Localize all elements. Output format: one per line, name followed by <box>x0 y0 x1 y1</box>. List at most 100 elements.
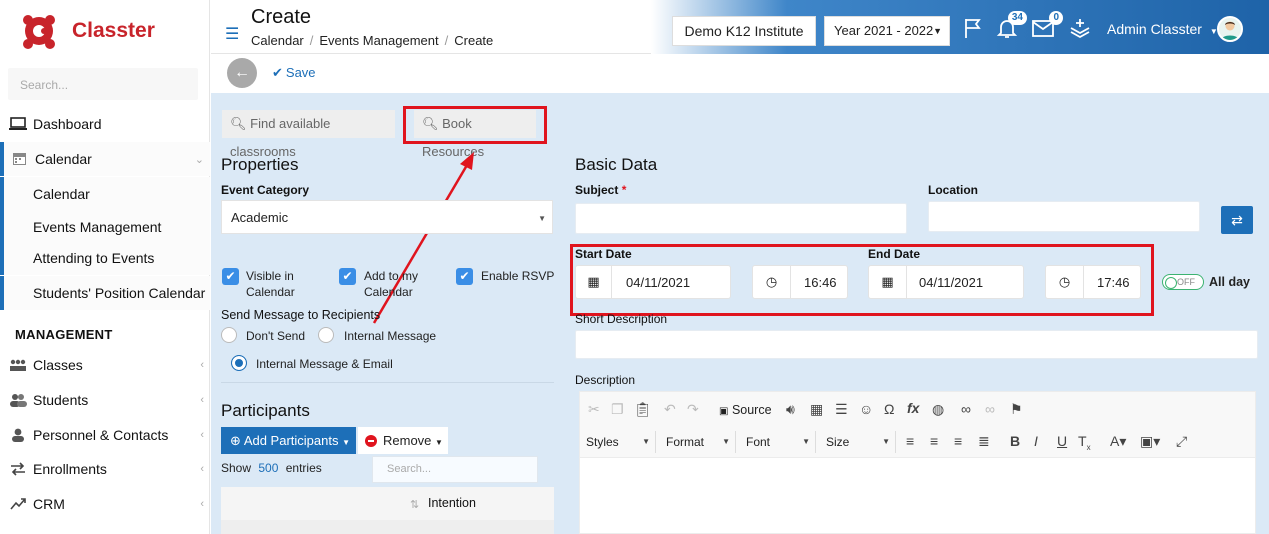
redo-icon[interactable]: ↷ <box>687 401 699 418</box>
sidebar-subitem-events-management[interactable]: Events Management <box>0 210 210 244</box>
event-category-select[interactable]: Academic ▼ <box>221 200 553 234</box>
background-color-icon[interactable]: ▣▾ <box>1140 433 1160 450</box>
sidebar-search-input[interactable]: Search... <box>8 68 198 100</box>
sidebar-item-enrollments[interactable]: Enrollments ‹ <box>0 452 210 486</box>
avatar[interactable] <box>1217 16 1243 42</box>
globe-icon[interactable]: ◍ <box>932 401 944 418</box>
sidebar-item-calendar[interactable]: Calendar ⌄ <box>0 142 210 176</box>
font-dropdown[interactable]: Font ▼ <box>740 431 816 453</box>
text-color-icon[interactable]: A▾ <box>1110 433 1126 450</box>
caret-down-icon: ▼ <box>933 26 942 36</box>
underline-icon[interactable]: U <box>1057 433 1067 449</box>
messages-button[interactable]: 0 <box>1031 11 1063 40</box>
sidebar-subitem-attending-to-events[interactable]: Attending to Events <box>0 241 210 275</box>
source-label: Source <box>731 403 772 417</box>
add-participants-button[interactable]: ⊕ Add Participants ▼ <box>221 427 356 454</box>
sidebar-item-label: Students <box>33 392 89 408</box>
clear-format-icon[interactable]: Tx <box>1078 433 1091 452</box>
paste-icon[interactable]: 📋︎ <box>634 401 652 418</box>
source-button[interactable]: ▣ Source <box>719 403 772 417</box>
italic-icon[interactable]: I <box>1034 433 1038 449</box>
visible-in-calendar-checkbox[interactable]: ✔ <box>222 268 239 285</box>
sidebar-subitem-calendar[interactable]: Calendar <box>0 177 210 211</box>
location-input[interactable] <box>928 201 1200 232</box>
link-icon[interactable]: ∞ <box>961 401 971 417</box>
sidebar-item-students[interactable]: Students ‹ <box>0 383 210 417</box>
event-category-value: Academic <box>231 210 289 225</box>
undo-icon[interactable]: ↶ <box>664 401 676 418</box>
sidebar-item-classes[interactable]: Classes ‹ <box>0 348 210 382</box>
sidebar: Classter Search... Dashboard Calendar ⌄ … <box>0 0 210 534</box>
save-button[interactable]: ✔ Save <box>272 65 316 81</box>
column-intention[interactable]: Intention <box>428 496 476 510</box>
classes-icon <box>10 359 26 371</box>
institute-selector[interactable]: Demo K12 Institute <box>672 16 816 46</box>
app-logo[interactable]: Classter <box>20 10 155 52</box>
align-justify-icon[interactable]: ≣ <box>978 433 990 450</box>
align-center-icon[interactable]: ≡ <box>930 433 938 449</box>
arrow-left-icon: ← <box>234 64 250 81</box>
sidebar-item-personnel-contacts[interactable]: Personnel & Contacts ‹ <box>0 418 210 452</box>
breadcrumb-item[interactable]: Calendar <box>251 33 304 48</box>
table-icon[interactable]: ▦ <box>810 401 823 418</box>
unlink-icon[interactable]: ∞ <box>985 401 995 417</box>
highlight-box-book-resources <box>403 106 547 144</box>
sidebar-subitem-students-position-calendar[interactable]: Students' Position Calendar <box>0 276 210 310</box>
sidebar-item-label: Enrollments <box>33 461 107 477</box>
notifications-button[interactable]: 34 <box>995 11 1027 40</box>
sidebar-item-dashboard[interactable]: Dashboard <box>0 107 210 141</box>
radio-internal-message[interactable] <box>318 327 334 343</box>
add-to-my-calendar-checkbox[interactable]: ✔ <box>339 268 356 285</box>
menu-icon[interactable]: ☰ <box>225 24 239 44</box>
sidebar-item-crm[interactable]: CRM ‹ <box>0 487 210 521</box>
flag-icon[interactable] <box>961 16 985 40</box>
short-description-input[interactable] <box>575 330 1258 359</box>
person-icon <box>12 428 24 442</box>
align-right-icon[interactable]: ≡ <box>954 433 962 449</box>
swap-button[interactable]: ⇄ <box>1221 206 1253 234</box>
toggle-state: OFF <box>1177 277 1195 287</box>
find-classrooms-button[interactable]: 🔍︎ Find available classrooms <box>222 110 395 159</box>
omega-icon[interactable]: Ω <box>884 401 894 417</box>
layers-icon[interactable] <box>1068 16 1092 40</box>
smiley-icon[interactable]: ☺ <box>859 401 873 417</box>
sidebar-item-label: Personnel & Contacts <box>33 427 169 443</box>
styles-dropdown[interactable]: Styles ▼ <box>580 431 656 453</box>
font-label: Font <box>746 435 771 449</box>
size-dropdown[interactable]: Size ▼ <box>820 431 896 453</box>
save-label: Save <box>285 65 316 80</box>
user-menu[interactable]: Admin Classter ▼ <box>1107 21 1218 37</box>
breadcrumb: Calendar / Events Management / Create <box>251 33 494 48</box>
divider <box>221 382 554 383</box>
radio-internal-message-email[interactable] <box>231 355 247 371</box>
format-dropdown[interactable]: Format ▼ <box>660 431 736 453</box>
align-left-icon[interactable]: ≡ <box>906 433 914 449</box>
copy-icon[interactable]: ❐ <box>611 401 624 418</box>
formula-icon[interactable]: fx <box>907 400 919 416</box>
remove-button[interactable]: Remove ▼ <box>358 427 448 454</box>
chevron-down-icon: ⌄ <box>194 153 204 166</box>
subject-input[interactable] <box>575 203 907 234</box>
flag-icon[interactable]: ⚑ <box>1010 401 1023 418</box>
sidebar-section-management: MANAGEMENT <box>15 327 113 342</box>
maximize-icon[interactable]: ⤢ <box>1176 433 1187 450</box>
enable-rsvp-checkbox[interactable]: ✔ <box>456 268 473 285</box>
cut-icon[interactable]: ✂ <box>588 401 600 418</box>
all-day-toggle[interactable]: OFF <box>1162 274 1204 290</box>
year-selector[interactable]: Year 2021 - 2022 ▼ <box>824 16 950 46</box>
send-message-label: Send Message to Recipients <box>221 308 381 322</box>
radio-dont-send[interactable] <box>221 327 237 343</box>
back-button[interactable]: ← <box>227 58 257 88</box>
sort-icon[interactable]: ⇅ <box>410 498 419 511</box>
radio-internal-message-email-label: Internal Message & Email <box>256 357 393 371</box>
students-icon <box>10 394 27 407</box>
description-editor[interactable]: ✂ ❐ 📋︎ ↶ ↷ ▣ Source 🔊︎ ▦ ☰ ☺ Ω fx ◍ ∞ ∞ … <box>579 391 1256 534</box>
horizontal-line-icon[interactable]: ☰ <box>835 401 848 418</box>
entries-count-select[interactable]: 500 <box>258 461 278 475</box>
audio-icon[interactable]: 🔊︎ <box>786 401 795 418</box>
participants-search-input[interactable]: Search... <box>372 456 538 483</box>
sidebar-item-label: Events Management <box>33 219 162 235</box>
remove-label: Remove <box>383 433 432 448</box>
bold-icon[interactable]: B <box>1010 433 1020 449</box>
breadcrumb-item[interactable]: Events Management <box>319 33 438 48</box>
